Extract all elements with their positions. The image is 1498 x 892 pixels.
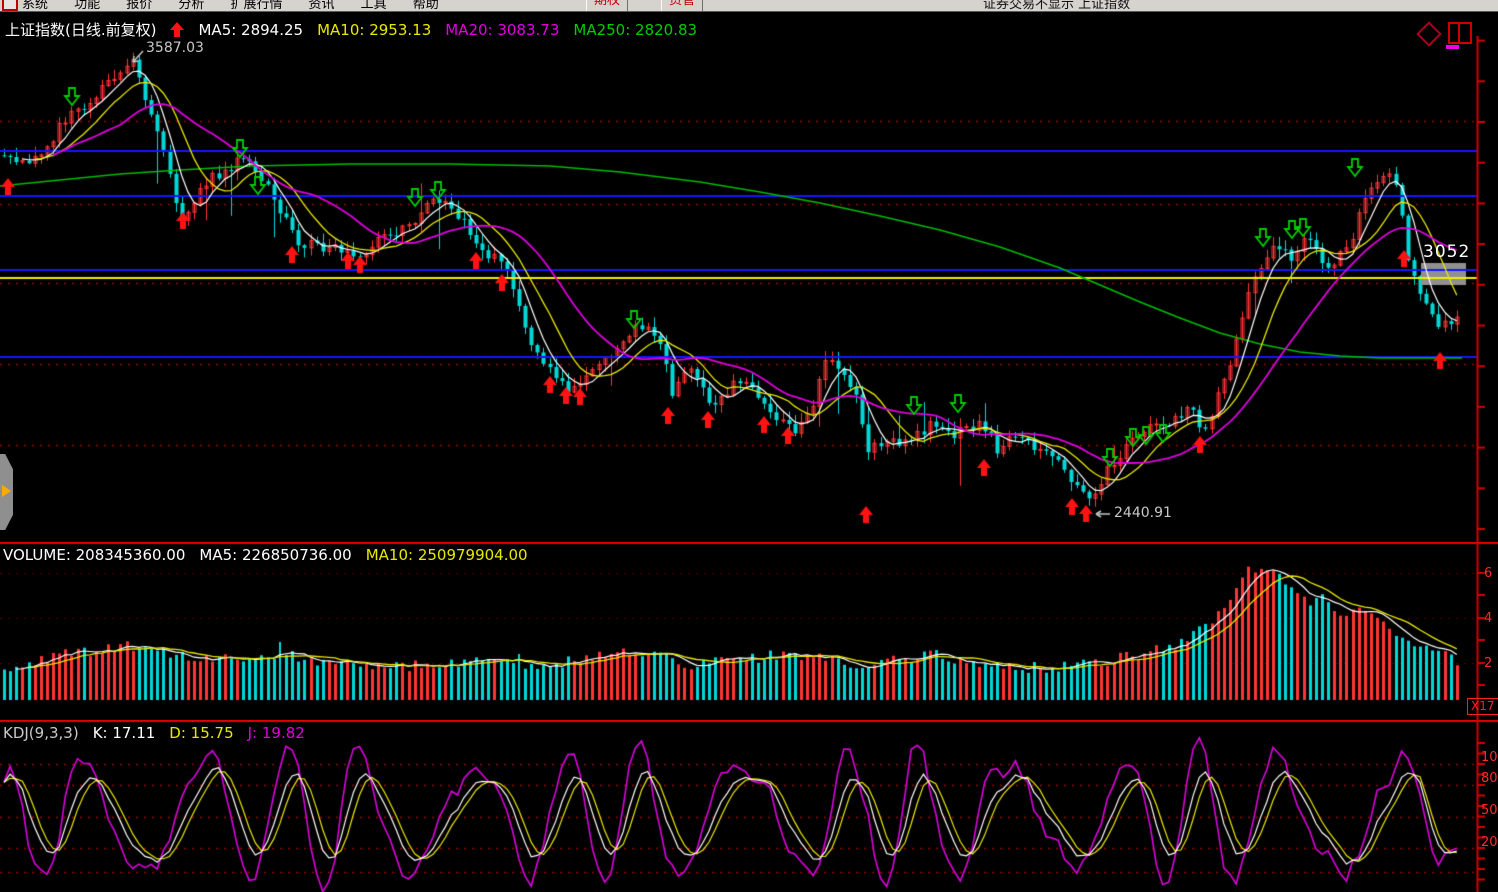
chart-title: 上证指数(日线.前复权) [5,19,156,40]
kdj-k-label: K: 17.11 [93,724,156,742]
period-high-annotation: 3587.03 [146,40,204,56]
ma250-value-label: MA250: 2820.83 [573,21,697,39]
menu-item-news[interactable]: 资讯 [309,0,335,12]
volume-pane-header: VOLUME: 208345360.00 MA5: 226850736.00 M… [3,546,528,564]
trend-up-arrow-icon [170,22,184,37]
trading-terminal-window: 系统 功能 报价 分析 扩展行情 资讯 工具 帮助 期权 资管 证券交易不显示 … [0,0,1498,892]
kdj-axis-label-80: 80 [1481,771,1498,786]
menu-right-status-text: 证券交易不显示 上证指数 [983,0,1130,12]
volume-ma5-label: MA5: 226850736.00 [199,546,351,564]
app-icon[interactable] [2,0,18,11]
menu-button-asset-mgmt[interactable]: 资管 [661,0,703,12]
kdj-axis-label-50: 50 [1481,803,1498,818]
kdj-params-label: KDJ(9,3,3) [3,724,79,742]
menu-item-function[interactable]: 功能 [74,0,100,12]
kdj-chart-canvas[interactable] [0,720,1498,892]
ma20-value-label: MA20: 3083.73 [445,21,559,39]
main-price-chart-canvas[interactable] [0,36,1498,542]
menu-items-row: 系统 功能 报价 分析 扩展行情 资讯 工具 帮助 [22,0,460,12]
volume-chart-canvas[interactable] [0,542,1498,720]
menu-bar: 系统 功能 报价 分析 扩展行情 资讯 工具 帮助 期权 资管 证券交易不显示 … [0,0,1498,12]
last-price-label: 3052 [1423,242,1470,262]
menu-item-extended-quotes[interactable]: 扩展行情 [230,0,282,12]
menu-item-analysis[interactable]: 分析 [178,0,204,12]
ma10-value-label: MA10: 2953.13 [317,21,431,39]
menu-item-help[interactable]: 帮助 [413,0,439,12]
volume-unit-label: X17 [1467,698,1498,715]
ma5-value-label: MA5: 2894.25 [198,21,303,39]
menu-item-system[interactable]: 系统 [22,0,48,12]
kdj-d-label: D: 15.75 [169,724,233,742]
split-window-icon[interactable] [1448,22,1472,44]
volume-axis-label-6: 6 [1484,566,1492,581]
main-chart-header: 上证指数(日线.前复权) MA5: 2894.25 MA10: 2953.13 … [5,19,697,40]
volume-axis-label-2: 2 [1484,656,1492,671]
menu-button-options[interactable]: 期权 [586,0,628,12]
volume-ma10-label: MA10: 250979904.00 [366,546,528,564]
ma20-axis-marker [1446,45,1459,49]
menu-item-quotes[interactable]: 报价 [126,0,152,12]
kdj-axis-label-100: 100 [1481,750,1498,765]
period-low-annotation: 2440.91 [1114,505,1172,521]
kdj-pane-header: KDJ(9,3,3) K: 17.11 D: 15.75 J: 19.82 [3,724,305,742]
expand-arrow-icon [2,485,11,497]
kdj-axis-label-20: 20 [1481,835,1498,850]
volume-value-label: VOLUME: 208345360.00 [3,546,185,564]
volume-axis-label-4: 4 [1484,611,1492,626]
menu-item-tools[interactable]: 工具 [361,0,387,12]
kdj-j-label: J: 19.82 [248,724,305,742]
